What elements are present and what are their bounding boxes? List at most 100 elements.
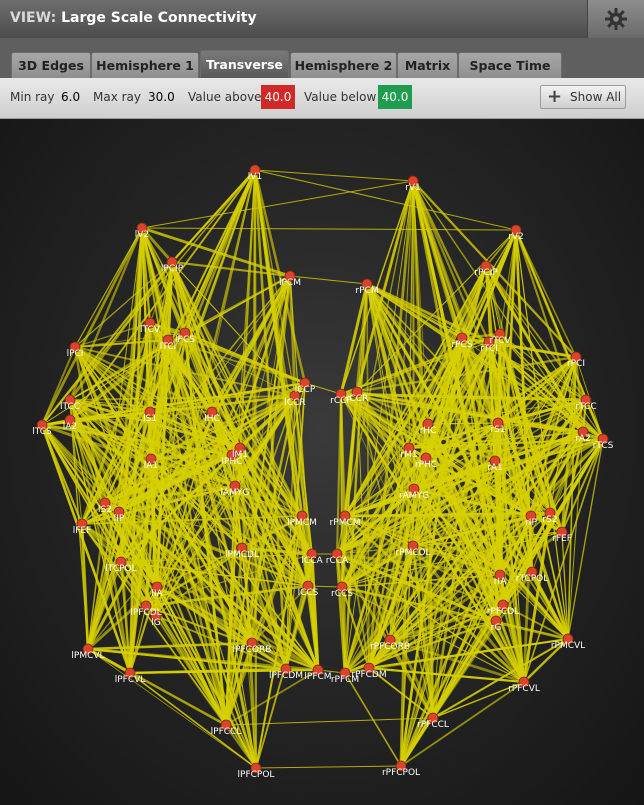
node-label-rPCI: rPCI	[567, 359, 585, 369]
node-label-lPFCCL: lPFCCL	[211, 727, 242, 737]
node-label-rAMYG: rAMYG	[399, 491, 429, 501]
plus-icon: +	[547, 86, 563, 107]
node-label-lA1: lA1	[144, 461, 158, 471]
node-label-rCCA: rCCA	[326, 556, 349, 566]
value-above-swatch[interactable]: 40.0	[261, 85, 295, 109]
node-label-rPFCVL: rPFCVL	[508, 684, 540, 694]
node-label-lPFCDL: lPFCDL	[130, 608, 161, 618]
node-label-rIA: rIA	[494, 577, 507, 587]
view-header: VIEW: Large Scale Connectivity	[0, 0, 644, 39]
app-window: VIEW: Large Scale Connectivity 3D Edges …	[0, 0, 644, 805]
node-label-lFEF: lFEF	[73, 526, 92, 536]
node-label-rS1: rS1	[490, 425, 505, 435]
node-label-lHC: lHC	[204, 414, 220, 424]
node-label-lPMCVL: lPMCVL	[71, 651, 104, 661]
node-label-lPCM: lPCM	[279, 278, 301, 288]
node-label-rPFCM: rPFCM	[331, 675, 359, 685]
node-label-rTCC: rTCC	[575, 402, 596, 412]
node-label-rG: rG	[491, 623, 502, 633]
node-label-lTCPOL: lTCPOL	[105, 564, 136, 574]
tab-hemisphere-2[interactable]: Hemisphere 2	[290, 52, 397, 78]
node-label-rPFCPOL: rPFCPOL	[382, 768, 420, 778]
node-label-rTCS: rTCS	[593, 441, 614, 451]
node-label-lCCP: lCCP	[295, 385, 316, 395]
node-label-lPCS: lPCS	[175, 335, 195, 345]
node-label-rPCM: rPCM	[355, 286, 378, 296]
node-label-lTCC: lTCC	[60, 402, 80, 412]
node-label-rA1: rA1	[487, 463, 503, 473]
node-label-lPFCPOL: lPFCPOL	[238, 770, 275, 780]
node-label-lG: lG	[151, 618, 161, 628]
node-label-rPFCORB: rPFCORB	[370, 642, 410, 652]
node-label-rIP: rIP	[525, 518, 537, 528]
node-label-lPFCORB: lPFCORB	[233, 645, 272, 655]
node-label-rCCS: rCCS	[331, 589, 353, 599]
node-label-rS2: rS2	[542, 515, 557, 525]
node-label-lPFCM: lPFCM	[304, 672, 331, 682]
gear-icon	[605, 8, 627, 30]
node-label-lIA: lIA	[151, 589, 163, 599]
node-label-rM1: rM1	[400, 450, 417, 460]
node-label-rHC: rHC	[420, 426, 437, 436]
node-label-lCCA: lCCA	[301, 556, 323, 566]
node-label-lPCI: lPCI	[67, 349, 84, 359]
node-label-lA2: lA2	[63, 422, 77, 432]
node-label-rTCPOL: rTCPOL	[516, 574, 548, 584]
node-label-rCCR: rCCR	[346, 394, 369, 404]
tab-bar: 3D Edges Hemisphere 1 Transverse Hemisph…	[0, 38, 644, 78]
view-name: Large Scale Connectivity	[61, 10, 257, 26]
edge-rV1-lV2	[141, 180, 414, 229]
node-label-rPMCM: rPMCM	[330, 518, 361, 528]
max-ray-value[interactable]: 30.0	[148, 90, 175, 104]
value-below-label: Value below	[304, 90, 377, 104]
node-label-lPFCVL: lPFCVL	[115, 675, 146, 685]
node-label-rTCI: rTCI	[480, 344, 498, 354]
show-all-button[interactable]: + Show All	[540, 85, 626, 109]
node-label-lS2: lS2	[98, 505, 112, 515]
node-label-lTCV: lTCV	[140, 325, 161, 335]
edge-lPFCPOL-rPFCPOL	[255, 765, 402, 769]
node-label-lTCS: lTCS	[32, 427, 52, 437]
value-above-label: Value above	[188, 90, 262, 104]
tab-matrix[interactable]: Matrix	[397, 52, 458, 78]
edge-lPCM-rPCM	[289, 275, 368, 285]
view-prefix: VIEW:	[10, 10, 57, 26]
min-ray-value[interactable]: 6.0	[61, 90, 80, 104]
node-label-lS1: lS1	[143, 414, 157, 424]
node-label-lPFCDM: lPFCDM	[269, 671, 303, 681]
node-label-lAMYG: lAMYG	[221, 488, 250, 498]
node-label-rPHC: rPHC	[415, 460, 437, 470]
value-below-swatch[interactable]: 40.0	[378, 85, 412, 109]
node-label-lPMCM: lPMCM	[287, 518, 317, 528]
tab-transverse[interactable]: Transverse	[200, 50, 289, 78]
node-label-rPFCDL: rPFCDL	[487, 607, 520, 617]
node-label-lCCR: lCCR	[284, 398, 305, 408]
min-ray-label: Min ray	[10, 90, 55, 104]
node-label-rPMCVL: rPMCVL	[551, 641, 585, 651]
node-label-lCCS: lCCS	[298, 588, 319, 598]
node-label-lV1: lV1	[248, 172, 262, 182]
node-label-rPFCCL: rPFCCL	[417, 720, 449, 730]
connectivity-canvas[interactable]: lV1 rV1 lV2 rV2 lPCIP rPCIP lPCM rPCM lTCV rTCV lP…	[0, 119, 644, 805]
node-label-rV2: rV2	[508, 232, 524, 242]
view-title: VIEW: Large Scale Connectivity	[10, 10, 257, 26]
node-label-lV2: lV2	[135, 230, 149, 240]
node-label-rPMCDL: rPMCDL	[395, 548, 430, 558]
tab-3d-edges[interactable]: 3D Edges	[11, 52, 91, 78]
settings-button[interactable]	[587, 0, 644, 38]
node-label-rFEF: rFEF	[552, 534, 572, 544]
show-all-label: Show All	[570, 90, 622, 104]
tab-space-time[interactable]: Space Time	[458, 52, 562, 78]
node-label-lPMCDL: lPMCDL	[225, 550, 259, 560]
edge-lV2-rV2	[141, 227, 517, 231]
node-label-lTCI: lTCI	[160, 342, 176, 352]
max-ray-label: Max ray	[93, 90, 142, 104]
node-label-rPCIP: rPCIP	[474, 268, 498, 278]
node-label-rV1: rV1	[405, 183, 421, 193]
node-label-rPCS: rPCS	[451, 340, 472, 350]
tab-hemisphere-1[interactable]: Hemisphere 1	[91, 52, 199, 78]
node-label-lIP: lIP	[114, 514, 125, 524]
connectivity-graph[interactable]: lV1rV1lV2 rV2lPCIP rPCIPlPCMrPCMlTCVrTCVlP…	[0, 119, 644, 805]
node-label-lPHC: lPHC	[222, 457, 243, 467]
node-label-rA2: rA2	[575, 434, 591, 444]
